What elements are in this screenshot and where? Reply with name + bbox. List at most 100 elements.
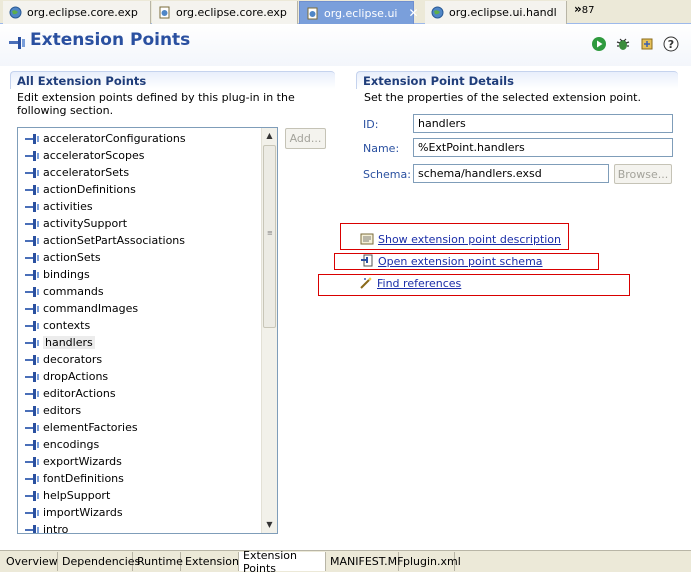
extension-point-icon (24, 320, 40, 331)
scroll-down-icon[interactable]: ▼ (262, 518, 277, 532)
list-item[interactable]: contexts (22, 317, 262, 334)
scroll-up-icon[interactable]: ▲ (262, 129, 277, 143)
list-item[interactable]: acceleratorConfigurations (22, 130, 262, 147)
find-references-link[interactable]: Find references (377, 277, 461, 290)
scrollbar-grip: ≡ (267, 229, 273, 237)
page-title: Extension Points (30, 30, 191, 50)
tab-overflow-button[interactable]: »87 (574, 2, 595, 16)
editor-tab-2[interactable]: org.eclipse.core.exp (152, 1, 298, 24)
schema-file-icon (360, 254, 374, 268)
export-icon[interactable] (639, 36, 655, 52)
extension-point-icon (24, 201, 40, 212)
list-item-label: activitySupport (43, 217, 128, 230)
editor-tab-bar: org.eclipse.core.exp org.eclipse.core.ex… (0, 0, 691, 24)
run-icon[interactable] (591, 36, 607, 52)
id-label: ID: (363, 118, 379, 131)
tab-extensions[interactable]: Extensions (181, 552, 245, 571)
id-field[interactable] (413, 114, 673, 133)
list-item[interactable]: commandImages (22, 300, 262, 317)
open-schema-link[interactable]: Open extension point schema (378, 255, 543, 268)
extension-point-icon (24, 473, 40, 484)
list-item-label: editorActions (43, 387, 116, 400)
list-item[interactable]: decorators (22, 351, 262, 368)
list-item-label: handlers (43, 336, 95, 349)
extension-points-list[interactable]: acceleratorConfigurations acceleratorScop… (17, 127, 278, 534)
extension-point-icon (24, 371, 40, 382)
extension-point-icon (24, 252, 40, 263)
list-item[interactable]: elementFactories (22, 419, 262, 436)
list-item-label: decorators (43, 353, 103, 366)
list-item[interactable]: fontDefinitions (22, 470, 262, 487)
tab-manifest-mf[interactable]: MANIFEST.MF (326, 552, 403, 571)
extension-point-icon (24, 524, 40, 533)
list-item[interactable]: encodings (22, 436, 262, 453)
debug-icon[interactable] (615, 36, 631, 52)
tab-overview[interactable]: Overview (2, 552, 58, 571)
extension-point-icon (24, 405, 40, 416)
plugin-globe-icon (431, 6, 444, 19)
extension-point-icon (24, 388, 40, 399)
extension-point-icon (24, 337, 40, 348)
list-item[interactable]: commands (22, 283, 262, 300)
editor-tab-4[interactable]: org.eclipse.ui.handl (425, 1, 567, 24)
name-field[interactable] (413, 138, 673, 157)
list-item[interactable]: exportWizards (22, 453, 262, 470)
list-item[interactable]: acceleratorScopes (22, 147, 262, 164)
list-item[interactable]: intro (22, 521, 262, 533)
list-item-label: editors (43, 404, 82, 417)
list-item-label: elementFactories (43, 421, 138, 434)
list-item-label: fontDefinitions (43, 472, 124, 485)
list-item-label: helpSupport (43, 489, 111, 502)
tab-runtime[interactable]: Runtime (133, 552, 183, 571)
list-item-label: acceleratorScopes (43, 149, 145, 162)
extension-point-icon (24, 235, 40, 246)
extension-point-icon (24, 167, 40, 178)
extension-point-icon (24, 184, 40, 195)
list-item-label: commands (43, 285, 104, 298)
list-scrollbar[interactable]: ▲ ≡ ▼ (261, 128, 277, 533)
tab-extension-points[interactable]: Extension Points (239, 549, 326, 575)
list-item[interactable]: activities (22, 198, 262, 215)
extension-point-icon (24, 218, 40, 229)
list-item[interactable]: acceleratorSets (22, 164, 262, 181)
open-schema-link-row: Open extension point schema (360, 254, 543, 268)
schema-label: Schema: (363, 168, 411, 181)
extension-point-icon (24, 150, 40, 161)
add-button[interactable]: Add... (285, 128, 326, 149)
plugin-globe-icon (9, 6, 22, 19)
editor-tab-3-active[interactable]: org.eclipse.ui ✕ (299, 1, 419, 24)
manifest-icon (158, 6, 171, 19)
overflow-count: 87 (581, 5, 595, 16)
list-item[interactable]: handlers (22, 334, 262, 351)
extension-point-details-title: Extension Point Details (356, 71, 678, 89)
list-item[interactable]: actionSets (22, 249, 262, 266)
extension-point-details-description: Set the properties of the selected exten… (364, 91, 641, 104)
extension-point-icon (24, 133, 40, 144)
overflow-chevron-icon: » (574, 2, 582, 16)
list-item[interactable]: bindings (22, 266, 262, 283)
tab-dependencies[interactable]: Dependencies (58, 552, 140, 571)
list-item[interactable]: helpSupport (22, 487, 262, 504)
list-item[interactable]: editorActions (22, 385, 262, 402)
list-item-label: acceleratorConfigurations (43, 132, 186, 145)
extension-point-icon (24, 456, 40, 467)
list-item[interactable]: activitySupport (22, 215, 262, 232)
list-item-label: actionSets (43, 251, 101, 264)
list-item[interactable]: editors (22, 402, 262, 419)
magic-wand-icon (359, 276, 373, 290)
extension-point-icon (8, 36, 26, 50)
browse-button[interactable]: Browse... (614, 164, 672, 184)
show-description-link[interactable]: Show extension point description (378, 233, 561, 246)
close-icon[interactable]: ✕ (408, 6, 418, 20)
list-item[interactable]: actionDefinitions (22, 181, 262, 198)
editor-tab-1[interactable]: org.eclipse.core.exp (3, 1, 151, 24)
list-item-label: contexts (43, 319, 91, 332)
list-item[interactable]: dropActions (22, 368, 262, 385)
list-item[interactable]: importWizards (22, 504, 262, 521)
list-item-label: commandImages (43, 302, 139, 315)
tab-plugin-xml[interactable]: plugin.xml (399, 552, 461, 571)
scrollbar-thumb[interactable]: ≡ (263, 145, 276, 328)
schema-field[interactable] (413, 164, 609, 183)
help-icon[interactable]: ? (663, 36, 679, 52)
list-item[interactable]: actionSetPartAssociations (22, 232, 262, 249)
